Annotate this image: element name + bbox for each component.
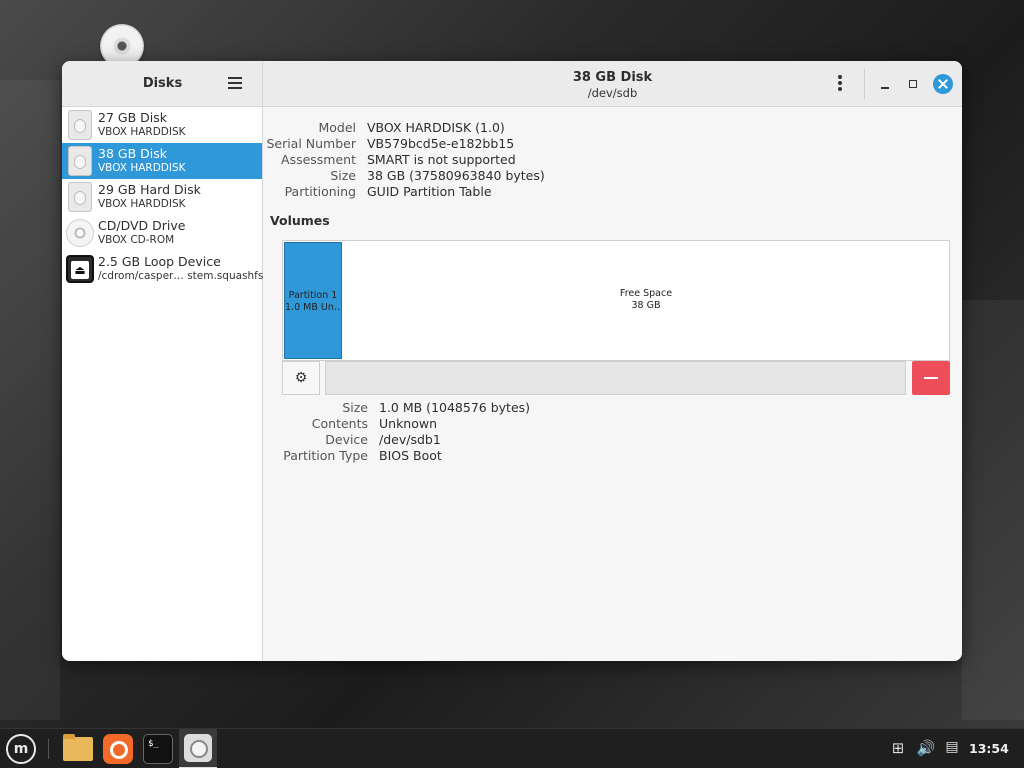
taskbar-separator <box>48 739 49 759</box>
info-label: Partition Type <box>283 448 368 463</box>
free-space-size: 38 GB <box>631 300 661 311</box>
optical-disc-icon <box>66 219 94 247</box>
info-value: 1.0 MB (1048576 bytes) <box>379 400 531 415</box>
disk-device-path: /dev/sdb <box>587 86 638 100</box>
delete-partition-button[interactable] <box>912 361 950 395</box>
disk-list: 27 GB Disk VBOX HARDDISK 38 GB Disk VBOX… <box>62 107 263 661</box>
sidebar-header: Disks <box>62 61 263 107</box>
info-label: Model <box>318 120 356 135</box>
disk-name: 38 GB Disk <box>98 146 167 161</box>
free-space-block[interactable]: Free Space 38 GB <box>343 241 949 360</box>
info-value: SMART is not supported <box>367 152 516 167</box>
partition-name: Partition 1 <box>288 290 338 301</box>
partition-size: 1.0 MB Un… <box>285 302 341 313</box>
minimize-button[interactable] <box>875 74 895 94</box>
disk-name: 27 GB Disk <box>98 110 167 125</box>
disk-item-loop-device[interactable]: ⏏ 2.5 GB Loop Device /cdrom/casper… stem… <box>62 251 264 287</box>
loop-device-icon: ⏏ <box>66 255 94 283</box>
info-label: Size <box>330 168 356 183</box>
info-value: VB579bcd5e-e182bb15 <box>367 136 515 151</box>
partition-1-block[interactable]: Partition 1 1.0 MB Un… <box>284 242 342 359</box>
disks-window: Disks 38 GB Disk /dev/sdb 27 GB Disk VBO… <box>62 61 962 661</box>
disks-icon[interactable] <box>184 734 212 762</box>
info-value: BIOS Boot <box>379 448 442 463</box>
info-label: Partitioning <box>284 184 356 199</box>
info-value: VBOX HARDDISK (1.0) <box>367 120 505 135</box>
terminal-icon[interactable]: $_ <box>143 734 173 764</box>
info-label: Contents <box>311 416 368 431</box>
gear-icon[interactable]: ⚙ <box>282 361 320 395</box>
disk-model: VBOX HARDDISK <box>98 198 186 210</box>
info-label: Device <box>325 432 368 447</box>
info-value: GUID Partition Table <box>367 184 492 199</box>
disk-item-29gb[interactable]: 29 GB Hard Disk VBOX HARDDISK <box>62 179 262 215</box>
taskbar: m $_ ⊞ 🔊 ▤ 13:54 <box>0 728 1024 768</box>
mint-menu-icon[interactable]: m <box>6 734 36 764</box>
main-header: 38 GB Disk /dev/sdb <box>263 61 962 107</box>
info-value: 38 GB (37580963840 bytes) <box>367 168 545 183</box>
disk-item-27gb[interactable]: 27 GB Disk VBOX HARDDISK <box>62 107 262 143</box>
clock[interactable]: 13:54 <box>969 741 1009 756</box>
disk-name: CD/DVD Drive <box>98 218 186 233</box>
hard-disk-icon <box>68 110 92 140</box>
close-button[interactable] <box>933 74 953 94</box>
disk-item-cd-dvd[interactable]: CD/DVD Drive VBOX CD-ROM <box>62 215 262 251</box>
network-icon[interactable]: ⊞ <box>888 739 908 759</box>
disk-model: VBOX HARDDISK <box>98 126 186 138</box>
hard-disk-icon <box>68 146 92 176</box>
disk-name: 2.5 GB Loop Device <box>98 254 221 269</box>
background-ridge <box>962 300 1024 720</box>
info-value: /dev/sdb1 <box>379 432 441 447</box>
background-ridge <box>0 80 60 720</box>
disk-model: VBOX CD-ROM <box>98 234 175 246</box>
firefox-icon[interactable] <box>103 734 133 764</box>
free-space-label: Free Space <box>619 288 673 299</box>
volume-icon[interactable]: 🔊 <box>916 739 936 759</box>
disk-model: VBOX HARDDISK <box>98 162 186 174</box>
info-label: Size <box>342 400 368 415</box>
info-label: Assessment <box>281 152 356 167</box>
info-label: Serial Number <box>266 136 356 151</box>
more-options-icon[interactable] <box>837 75 843 93</box>
disk-name: 29 GB Hard Disk <box>98 182 201 197</box>
disk-path: /cdrom/casper… stem.squashfs <box>98 270 264 282</box>
volume-toolbar: ⚙ <box>282 361 950 395</box>
header-separator <box>864 69 865 99</box>
volume-map: Partition 1 1.0 MB Un… Free Space 38 GB <box>282 240 950 361</box>
toolbar-spacer <box>325 361 906 395</box>
hard-disk-icon <box>68 182 92 212</box>
disk-item-38gb[interactable]: 38 GB Disk VBOX HARDDISK <box>62 143 262 179</box>
disk-title: 38 GB Disk <box>572 70 653 85</box>
disk-details: Model VBOX HARDDISK (1.0) Serial Number … <box>263 107 962 661</box>
volumes-heading: Volumes <box>270 213 330 228</box>
files-icon[interactable] <box>63 734 93 761</box>
maximize-button[interactable] <box>903 74 923 94</box>
info-value: Unknown <box>379 416 438 431</box>
clipboard-icon[interactable]: ▤ <box>944 739 960 759</box>
hamburger-menu-icon[interactable] <box>228 77 242 89</box>
